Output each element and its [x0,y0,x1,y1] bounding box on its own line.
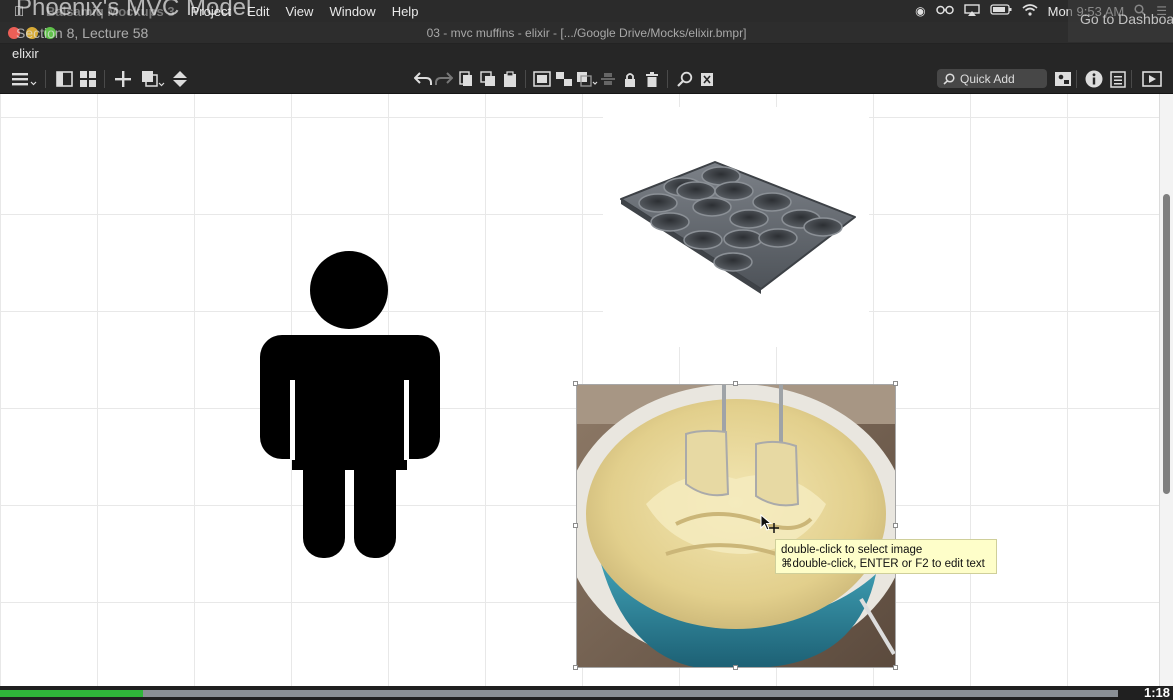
wifi-icon[interactable] [1022,3,1038,19]
resize-handle-ne[interactable] [893,381,898,386]
video-title: Phoenix's MVC Model [16,0,252,21]
toolbar-separator [1131,70,1132,88]
grid-view-icon[interactable] [78,69,98,89]
scrollbar-thumb[interactable] [1163,194,1170,494]
glasses-icon[interactable] [935,4,954,18]
video-subtitle: Section 8, Lecture 58 [16,25,149,41]
mockup-canvas[interactable]: double-click to select image ⌘double-cli… [0,94,1159,686]
window-title-bar: 03 - mvc muffins - elixir - [.../Google … [0,22,1173,44]
vertical-scrollbar[interactable] [1159,94,1173,686]
resize-handle-nw[interactable] [573,381,578,386]
move-cursor-icon [760,514,779,533]
quick-add-placeholder: Quick Add [960,71,1015,86]
muffin-tray-image[interactable] [603,107,869,347]
info-icon[interactable] [1084,69,1104,89]
search-icon [943,72,955,85]
resize-handle-sw[interactable] [573,665,578,670]
tooltip-line-2: ⌘double-click, ENTER or F2 to edit text [781,558,985,570]
bring-forward-icon[interactable] [576,69,598,89]
duplicate-icon[interactable] [140,69,166,89]
resize-handle-s[interactable] [733,665,738,670]
symbols-library-icon[interactable] [1053,69,1073,89]
person-icon[interactable] [259,250,441,560]
add-icon[interactable] [113,69,133,89]
progress-fill [0,690,143,697]
undo-icon[interactable] [413,69,433,89]
video-time: 1:18 [1143,685,1170,700]
document-name: elixir [0,44,1173,64]
tooltip: double-click to select image ⌘double-cli… [775,539,997,574]
copy-icon[interactable] [478,69,498,89]
toolbar-separator [104,70,105,88]
toolbar-separator [667,70,668,88]
arrange-updown-icon[interactable] [170,69,190,89]
resize-handle-e[interactable] [893,523,898,528]
video-progress-bar[interactable]: 1:18 [0,685,1173,700]
tooltip-line-1: double-click to select image [781,544,923,556]
menu-window[interactable]: Window [321,4,383,19]
panel-toggle-icon[interactable] [54,69,74,89]
quick-add-input[interactable]: Quick Add [937,69,1047,88]
progress-track[interactable] [0,690,1118,697]
resize-handle-se[interactable] [893,665,898,670]
menu-help[interactable]: Help [384,4,427,19]
lock-icon[interactable] [620,69,640,89]
trash-icon[interactable] [642,69,662,89]
airplay-icon[interactable] [963,3,980,19]
align-icon[interactable] [598,69,618,89]
redo-icon[interactable] [434,69,454,89]
toolbar-separator [525,70,526,88]
hamburger-menu-icon[interactable] [10,69,38,89]
record-icon[interactable]: ◉ [915,4,925,18]
zoom-search-icon[interactable] [675,69,695,89]
group-icon[interactable] [532,69,552,89]
cut-icon[interactable] [456,69,476,89]
battery-icon[interactable] [989,4,1012,18]
go-to-dashboard-link[interactable]: Go to Dashboard [1068,0,1173,42]
toolbar: Quick Add [0,64,1173,94]
resize-handle-n[interactable] [733,381,738,386]
resize-handle-w[interactable] [573,523,578,528]
mixing-bowl-image[interactable] [576,384,896,668]
paste-icon[interactable] [500,69,520,89]
toolbar-separator [45,70,46,88]
ungroup-icon[interactable] [554,69,574,89]
presentation-mode-icon[interactable] [1142,69,1162,89]
fit-screen-icon[interactable] [697,69,717,89]
toolbar-separator [1076,70,1077,88]
window-title: 03 - mvc muffins - elixir - [.../Google … [426,26,747,40]
notes-icon[interactable] [1108,69,1128,89]
menu-view[interactable]: View [277,4,321,19]
